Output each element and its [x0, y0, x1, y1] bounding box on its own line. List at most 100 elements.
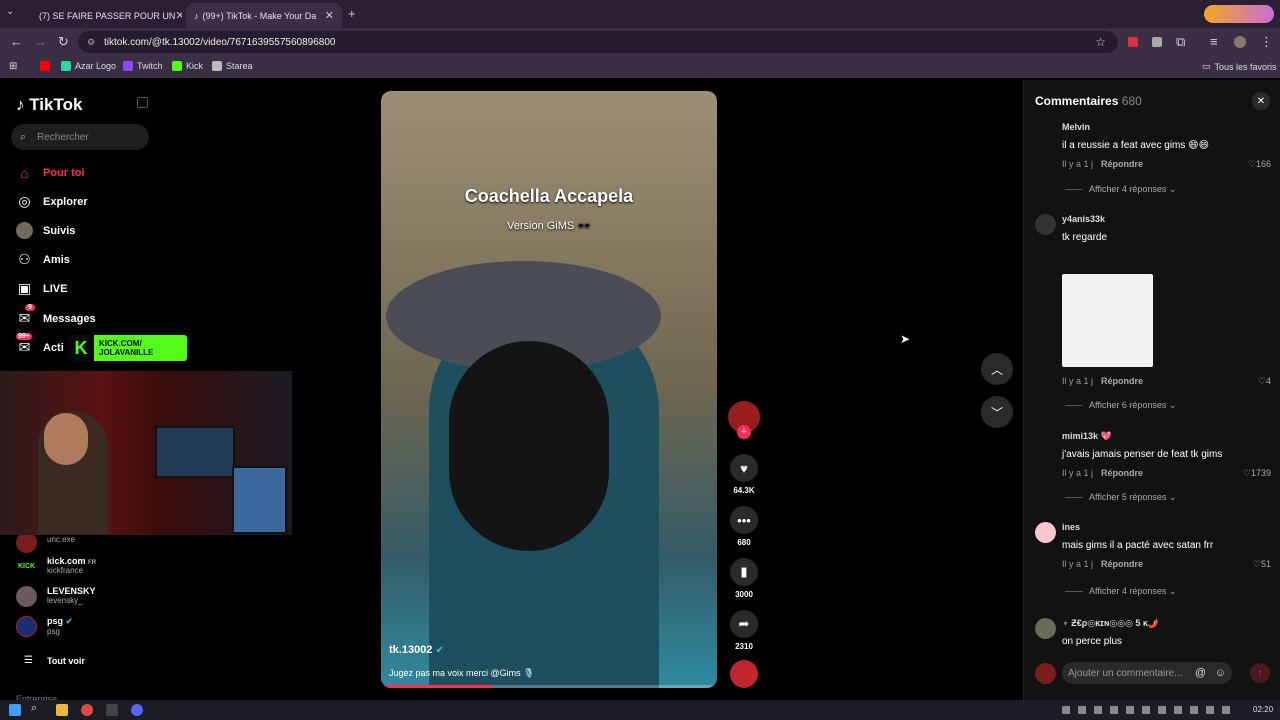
comment-input[interactable]: Ajouter un commentaire... @ ☺ [1062, 662, 1232, 684]
like-button[interactable]: ♥ 64.3K [728, 454, 760, 495]
back-arrow-icon[interactable]: ← [10, 34, 23, 49]
new-tab-button[interactable]: + [348, 6, 356, 21]
show-replies-button[interactable]: Afficher 5 réponses ⌄ [1065, 492, 1176, 503]
comment-user[interactable]: ♆ Ƶ€ρ◎ĸɪɴ◎◎◎ 5 ĸ🌶️ [1062, 618, 1159, 629]
music-disc-button[interactable] [728, 660, 760, 688]
close-icon[interactable]: ✕ [325, 9, 334, 22]
extension-icon[interactable] [1128, 37, 1138, 47]
search-input[interactable]: ⌕ Rechercher [11, 124, 149, 150]
browser-menu-icon[interactable]: ⋮ [1260, 34, 1273, 50]
browser-tab-active[interactable]: ♪ (99+) TikTok - Make Your Da ✕ [186, 3, 342, 28]
account-item[interactable]: psg ✔ psg [16, 616, 73, 637]
apps-grid-icon[interactable]: ⊞ [9, 61, 17, 72]
bookmark-youtube[interactable] [40, 61, 50, 71]
comment-user[interactable]: mimi13k 💖 [1062, 431, 1112, 442]
nav-activite[interactable]: ✉ 99+ Acti [16, 333, 64, 356]
bookmark-starea[interactable]: Starea [212, 61, 253, 71]
extension-icon[interactable] [1152, 37, 1162, 47]
avatar[interactable] [1035, 214, 1056, 235]
comment-user[interactable]: y4anis33k [1062, 214, 1105, 224]
tab-list-button[interactable]: ⌄ [6, 6, 14, 17]
reply-button[interactable]: Répondre [1101, 376, 1143, 386]
tiktok-logo[interactable]: ♪ TikTok [16, 95, 82, 115]
comment-like-count: 4 [1265, 376, 1271, 386]
author-avatar-button[interactable]: + [728, 401, 760, 439]
comment-meta: Il y a 1 j Répondre [1062, 559, 1143, 569]
avatar[interactable] [1035, 618, 1056, 639]
bookmark-label: Twitch [137, 61, 163, 71]
close-comments-button[interactable]: ✕ [1252, 92, 1270, 110]
video-player[interactable]: Coachella Accapela Version GiMS 🕶️ tk.13… [381, 91, 717, 688]
bookmark-azar-logo[interactable]: Azar Logo [61, 61, 116, 71]
extensions-puzzle-icon[interactable]: ⧉ [1176, 34, 1185, 50]
logo-text: TikTok [29, 95, 83, 114]
search-icon[interactable]: ⌕ [31, 702, 43, 714]
account-item[interactable]: LEVENSKY levensky_ [16, 586, 96, 607]
previous-video-button[interactable]: ︿ [981, 353, 1013, 385]
bookmark-star-icon[interactable]: ☆ [1095, 35, 1106, 49]
streamer-head [44, 413, 88, 465]
chrome-icon[interactable] [81, 704, 93, 716]
nav-explorer[interactable]: ◎ Explorer [16, 193, 87, 210]
nav-pour-toi[interactable]: ⌂ Pour toi [16, 164, 84, 181]
comment-user[interactable]: Melvin [1062, 122, 1090, 132]
account-item[interactable]: unc.exe [16, 532, 75, 553]
share-arrow-icon: ➦ [730, 610, 758, 638]
video-author[interactable]: tk.13002 ✔ [389, 644, 444, 656]
tray-icons[interactable] [1062, 706, 1232, 714]
comment-like-button[interactable]: ♡51 [1253, 559, 1271, 570]
forward-arrow-icon[interactable]: → [34, 34, 47, 49]
comment-image[interactable] [1062, 274, 1153, 367]
comment-like-button[interactable]: ♡1739 [1243, 468, 1271, 479]
avatar[interactable] [1035, 431, 1056, 452]
avatar[interactable] [1035, 122, 1056, 143]
show-replies-button[interactable]: Afficher 4 réponses ⌄ [1065, 184, 1176, 195]
see-all-button[interactable]: ☰ Tout voir [20, 652, 85, 669]
app-icon[interactable] [106, 704, 118, 716]
bookmark-twitch[interactable]: Twitch [123, 61, 163, 71]
profile-avatar-icon[interactable] [1234, 36, 1246, 48]
see-all-label: Tout voir [47, 655, 85, 666]
url-field[interactable]: ⚙ tiktok.com/@tk.13002/video/76716395575… [78, 31, 1118, 53]
clock[interactable]: 02:20 [1253, 705, 1273, 714]
follow-plus-icon[interactable]: + [737, 425, 751, 439]
mention-icon[interactable]: @ [1195, 667, 1206, 679]
save-button[interactable]: ▮ 3000 [728, 558, 760, 599]
comment-like-count: 51 [1260, 559, 1271, 569]
account-item[interactable]: KICK kick.com FR kickfrance [16, 556, 96, 577]
comment-user[interactable]: ines [1062, 522, 1080, 532]
collapse-sidebar-icon[interactable] [137, 97, 148, 108]
comment-meta: Il y a 1 j Répondre [1062, 468, 1143, 478]
show-replies-button[interactable]: Afficher 4 réponses ⌄ [1065, 586, 1176, 597]
site-info-icon[interactable]: ⚙ [87, 37, 95, 48]
nav-suivis[interactable]: Suivis [16, 222, 75, 239]
live-icon: ▣ [17, 280, 32, 296]
reload-icon[interactable]: ↻ [58, 34, 69, 50]
emoji-icon[interactable]: ☺ [1215, 667, 1226, 679]
show-replies-button[interactable]: Afficher 6 réponses ⌄ [1065, 400, 1176, 411]
reply-button[interactable]: Répondre [1101, 559, 1143, 569]
kick-logo-icon: K [68, 335, 94, 361]
bookmark-kick[interactable]: Kick [172, 61, 203, 71]
nav-messages[interactable]: ✉ 9 Messages [16, 304, 96, 327]
reply-button[interactable]: Répondre [1101, 468, 1143, 478]
nav-live[interactable]: ▣ LIVE [16, 280, 68, 297]
avatar[interactable] [1035, 522, 1056, 543]
discord-icon[interactable] [131, 704, 143, 716]
comment-like-button[interactable]: ♡4 [1258, 376, 1271, 387]
comment-like-button[interactable]: ♡166 [1248, 159, 1271, 170]
video-progress-bar[interactable] [381, 685, 717, 688]
file-explorer-icon[interactable] [56, 704, 68, 716]
profile-logo-icon[interactable] [1204, 5, 1274, 23]
all-favorites-folder[interactable]: ▭ Tous les favoris [1202, 61, 1277, 72]
media-control-icon[interactable]: ≡ [1210, 34, 1218, 49]
close-icon[interactable]: ✕ [175, 9, 182, 22]
browser-tab[interactable]: (7) SE FAIRE PASSER POUR UN ✕ [26, 3, 182, 28]
share-button[interactable]: ➦ 2310 [728, 610, 760, 651]
nav-amis[interactable]: ⚇ Amis [16, 251, 70, 268]
next-video-button[interactable]: ﹀ [981, 396, 1013, 428]
windows-start-icon[interactable] [9, 704, 21, 716]
comment-button[interactable]: ••• 680 [728, 506, 760, 547]
reply-button[interactable]: Répondre [1101, 159, 1143, 169]
post-comment-button[interactable]: ↑ [1250, 663, 1270, 683]
